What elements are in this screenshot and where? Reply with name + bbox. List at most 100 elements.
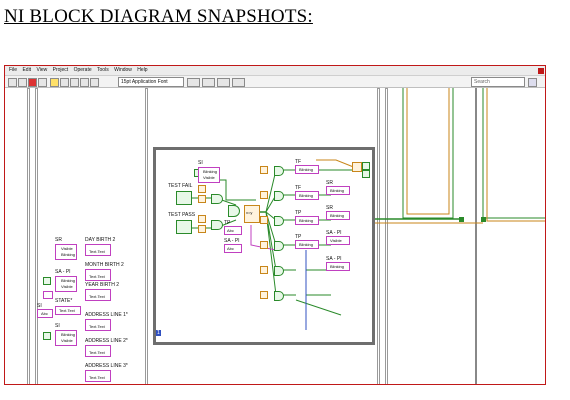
- wire-orange-loop: [406, 88, 450, 215]
- property-item: x=y: [246, 210, 253, 215]
- property-node[interactable]: Blinking: [295, 165, 319, 174]
- property-item: Text.Text: [89, 375, 105, 380]
- property-item: Blinking: [330, 213, 345, 218]
- wire-green-far: [482, 88, 545, 219]
- test-pass-label: TEST PASS: [168, 212, 196, 218]
- output-tunnel[interactable]: [362, 170, 370, 178]
- field-label: ADDRESS LINE 1*: [85, 312, 128, 318]
- numeric-constant[interactable]: [260, 291, 268, 299]
- string-constant[interactable]: Abc: [224, 244, 242, 253]
- test-pass-indicator[interactable]: [176, 220, 192, 234]
- property-node[interactable]: Text.Text: [85, 345, 111, 357]
- page-heading: NI BLOCK DIAGRAM SNAPSHOTS:: [4, 6, 313, 27]
- node-label: SA - PI: [55, 269, 71, 275]
- case-structure[interactable]: SI Blinking Visible TEST FAIL TEST PASS …: [153, 147, 375, 345]
- tunnel-terminal: [481, 217, 486, 222]
- property-node[interactable]: Text.Text: [85, 289, 111, 301]
- property-node[interactable]: Blinking: [295, 216, 319, 225]
- numeric-constant[interactable]: [260, 266, 268, 274]
- field-label: ADDRESS LINE 2*: [85, 338, 128, 344]
- numeric-constant[interactable]: [198, 225, 206, 233]
- field-label: MONTH BIRTH 2: [85, 262, 124, 268]
- and-gate[interactable]: [211, 194, 223, 204]
- property-node[interactable]: Blinking Visible: [55, 276, 77, 292]
- property-item: Visible: [203, 175, 215, 180]
- property-item: Blinking: [330, 188, 345, 193]
- node-label: STATE*: [55, 298, 73, 304]
- wire-orange-far: [486, 88, 545, 222]
- property-node[interactable]: Blinking: [326, 262, 350, 271]
- property-item: Text.Text: [89, 350, 105, 355]
- case-selector-node[interactable]: [352, 162, 362, 172]
- property-item: Text.Text: [89, 249, 105, 254]
- frame-number: 1: [156, 330, 161, 336]
- property-item: Text.Text: [89, 324, 105, 329]
- comparison-node[interactable]: [274, 191, 284, 201]
- boolean-constant[interactable]: [43, 277, 51, 285]
- property-node[interactable]: Text.Text: [85, 319, 111, 331]
- numeric-constant[interactable]: [260, 191, 268, 199]
- node-label: SI: [55, 323, 60, 329]
- property-item: Blinking: [299, 167, 314, 172]
- test-fail-label: TEST FAIL: [168, 183, 193, 189]
- property-node[interactable]: Blinking: [295, 240, 319, 249]
- property-node[interactable]: Text.Text: [85, 244, 111, 256]
- property-node[interactable]: Blinking: [326, 211, 350, 220]
- tunnel-terminal: [459, 217, 464, 222]
- property-item: Text.Text: [89, 274, 105, 279]
- numeric-constant[interactable]: [260, 216, 268, 224]
- close-window-icon: [538, 68, 544, 74]
- comparison-node[interactable]: [274, 291, 284, 301]
- output-tunnel[interactable]: [362, 162, 370, 170]
- boolean-constant[interactable]: [43, 332, 51, 340]
- comparison-node[interactable]: [274, 166, 284, 176]
- property-item: Abc: [227, 228, 234, 233]
- property-item: Blinking: [203, 169, 218, 174]
- property-item: Blinking: [299, 242, 314, 247]
- property-item: Blinking: [61, 278, 76, 283]
- field-label: ADDRESS LINE 3*: [85, 363, 128, 369]
- property-node[interactable]: Text.Text: [85, 269, 111, 281]
- comparison-node[interactable]: [274, 216, 284, 226]
- property-item: Blinking: [299, 193, 314, 198]
- numeric-constant[interactable]: [260, 241, 268, 249]
- property-node[interactable]: Visible: [326, 236, 350, 245]
- property-node[interactable]: Visible Blinking: [55, 244, 77, 260]
- string-constant[interactable]: [43, 291, 53, 299]
- and-gate[interactable]: [211, 220, 223, 230]
- property-item: Visible: [61, 246, 73, 251]
- property-node[interactable]: Text.Text: [55, 306, 81, 315]
- property-item: Blinking: [330, 264, 345, 269]
- string-indicator[interactable]: Abc: [37, 309, 53, 318]
- or-gate[interactable]: [228, 205, 240, 217]
- property-item: Text.Text: [59, 308, 75, 313]
- field-label: YEAR BIRTH 2: [85, 282, 120, 288]
- property-item: Visible: [330, 238, 342, 243]
- field-label: DAY BIRTH 2: [85, 237, 116, 243]
- property-node[interactable]: Blinking Visible: [198, 167, 220, 183]
- equal-comparator[interactable]: x=y: [244, 205, 260, 223]
- wire-green-loop: [402, 88, 454, 219]
- property-item: Blinking: [299, 218, 314, 223]
- property-node[interactable]: Blinking: [295, 191, 319, 200]
- property-node[interactable]: Blinking: [326, 186, 350, 195]
- string-constant[interactable]: Abc: [224, 226, 242, 235]
- property-item: Abc: [227, 246, 234, 251]
- test-fail-indicator[interactable]: [176, 191, 192, 205]
- property-node[interactable]: Text.Text: [85, 370, 111, 382]
- comparison-node[interactable]: [274, 241, 284, 251]
- labview-screenshot: File Edit View Project Operate Tools Win…: [4, 65, 546, 385]
- property-item: Blinking: [61, 252, 76, 257]
- numeric-constant[interactable]: [260, 166, 268, 174]
- node-label: SI: [198, 160, 203, 166]
- property-item: Abc: [41, 311, 48, 316]
- property-item: Visible: [61, 338, 73, 343]
- property-item: Blinking: [61, 332, 76, 337]
- property-item: Text.Text: [89, 294, 105, 299]
- property-node[interactable]: Blinking Visible: [55, 330, 77, 346]
- numeric-constant[interactable]: [198, 195, 206, 203]
- numeric-constant[interactable]: [198, 215, 206, 223]
- node-label: SR: [55, 237, 62, 243]
- numeric-constant[interactable]: [198, 185, 206, 193]
- comparison-node[interactable]: [274, 266, 284, 276]
